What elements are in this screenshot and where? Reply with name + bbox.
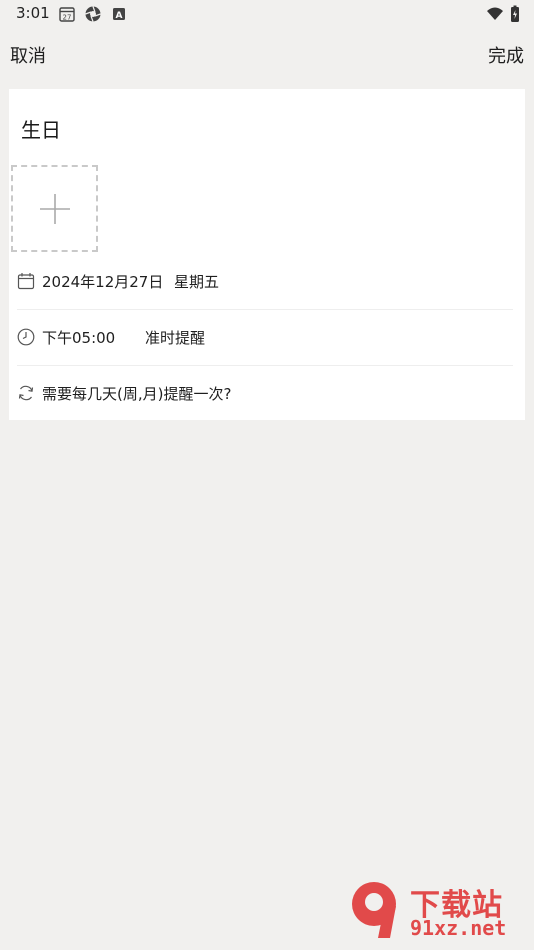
battery-charging-icon — [510, 5, 520, 23]
status-time: 3:01 — [16, 4, 50, 22]
date-row[interactable]: 2024年12月27日 星期五 — [9, 254, 525, 310]
status-icons-right — [486, 5, 520, 23]
svg-text:27: 27 — [63, 14, 72, 22]
wifi-icon — [486, 5, 504, 23]
watermark: 下载站 91xz.net — [348, 878, 528, 944]
repeat-prompt: 需要每几天(周,月)提醒一次? — [42, 385, 232, 403]
event-card: 生日 2024年12月27日 星期五 下午05:00 准时提醒 需要每几天(周,… — [9, 89, 525, 420]
repeat-icon — [17, 384, 35, 402]
add-photo-button[interactable] — [11, 165, 98, 252]
shutter-icon — [84, 5, 102, 23]
clock-icon — [17, 328, 35, 346]
event-weekday: 星期五 — [174, 273, 220, 291]
calendar-27-icon: 27 — [58, 5, 76, 23]
status-icons-left: 27 A — [58, 5, 128, 23]
svg-text:A: A — [116, 11, 123, 21]
time-row[interactable]: 下午05:00 准时提醒 — [9, 310, 525, 366]
watermark-url: 91xz.net — [410, 916, 507, 940]
top-action-bar: 取消 完成 — [0, 36, 534, 72]
font-a-icon: A — [110, 5, 128, 23]
repeat-row[interactable]: 需要每几天(周,月)提醒一次? — [9, 366, 525, 422]
event-date: 2024年12月27日 — [42, 273, 164, 291]
event-title[interactable]: 生日 — [21, 114, 61, 143]
watermark-logo-icon — [352, 882, 396, 938]
calendar-icon — [17, 272, 35, 290]
reminder-setting[interactable]: 准时提醒 — [145, 327, 205, 348]
event-time: 下午05:00 — [42, 329, 116, 347]
plus-icon — [40, 194, 70, 224]
cancel-button[interactable]: 取消 — [10, 42, 46, 68]
status-bar: 3:01 27 A — [0, 0, 534, 28]
done-button[interactable]: 完成 — [488, 42, 524, 68]
